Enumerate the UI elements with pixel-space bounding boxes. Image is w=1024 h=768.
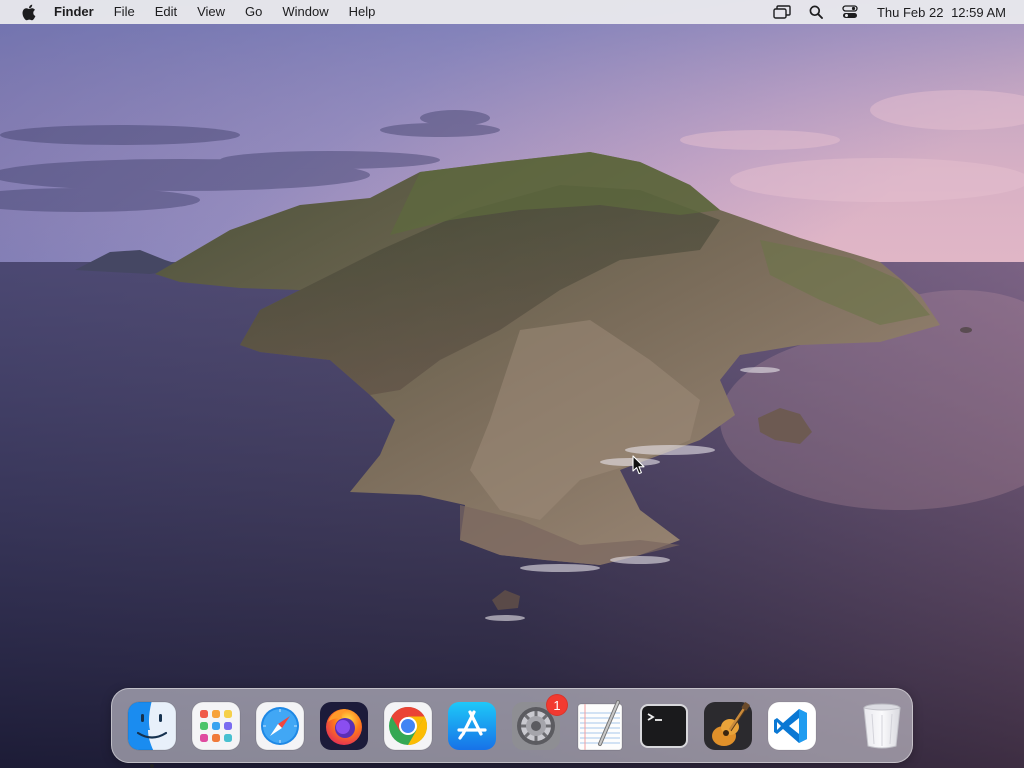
desktop-wallpaper: [0, 0, 1024, 768]
mouse-pointer-icon: [632, 455, 645, 475]
trash-icon: [863, 703, 901, 748]
garageband-icon: [704, 701, 752, 750]
menu-bar: Finder File Edit View Go Window Help Thu…: [0, 0, 1024, 24]
app-store-icon: [448, 701, 496, 750]
chrome-icon: [383, 701, 433, 750]
dock-chrome[interactable]: [382, 700, 434, 752]
dock-firefox[interactable]: [318, 700, 370, 752]
dock-system-preferences[interactable]: 1: [510, 693, 568, 752]
menu-go[interactable]: Go: [235, 0, 272, 24]
spotlight-search-icon: [809, 5, 823, 19]
dock-finder[interactable]: [126, 700, 178, 768]
menu-window[interactable]: Window: [272, 0, 338, 24]
finder-icon: [127, 701, 177, 750]
control-center-icon: [842, 5, 858, 18]
textedit-icon: [577, 699, 623, 750]
menu-finder[interactable]: Finder: [52, 0, 104, 24]
desktop[interactable]: [0, 0, 1024, 768]
dock-trash[interactable]: [856, 700, 908, 752]
dock-vscode[interactable]: [766, 700, 818, 752]
dock-garageband[interactable]: [702, 700, 754, 752]
safari-icon: [255, 701, 305, 750]
mission-control-button[interactable]: [765, 0, 799, 24]
mission-control-icon: [773, 5, 791, 19]
spotlight-button[interactable]: [799, 0, 833, 24]
dock-app-store[interactable]: [446, 700, 498, 752]
clock-time: 12:59 AM: [951, 4, 1006, 20]
dock: 1: [111, 688, 913, 768]
menu-bar-clock[interactable]: Thu Feb 22 12:59 AM: [867, 5, 1006, 20]
notification-badge: 1: [546, 693, 568, 716]
clock-date: Thu Feb 22: [876, 4, 944, 20]
finder-running-indicator: [150, 763, 154, 768]
vscode-icon: [767, 701, 817, 750]
firefox-icon: [320, 701, 368, 750]
menu-help[interactable]: Help: [339, 0, 386, 24]
terminal-icon: [640, 703, 688, 748]
apple-logo-icon: [22, 4, 35, 20]
control-center-button[interactable]: [833, 0, 867, 24]
dock-textedit[interactable]: [574, 699, 626, 752]
launchpad-icon: [191, 701, 241, 750]
menu-edit[interactable]: Edit: [145, 0, 187, 24]
menu-view[interactable]: View: [187, 0, 235, 24]
apple-menu-button[interactable]: [14, 0, 42, 24]
dock-launchpad[interactable]: [190, 700, 242, 752]
dock-terminal[interactable]: [638, 700, 690, 752]
menu-file[interactable]: File: [104, 0, 145, 24]
dock-safari[interactable]: [254, 700, 306, 752]
